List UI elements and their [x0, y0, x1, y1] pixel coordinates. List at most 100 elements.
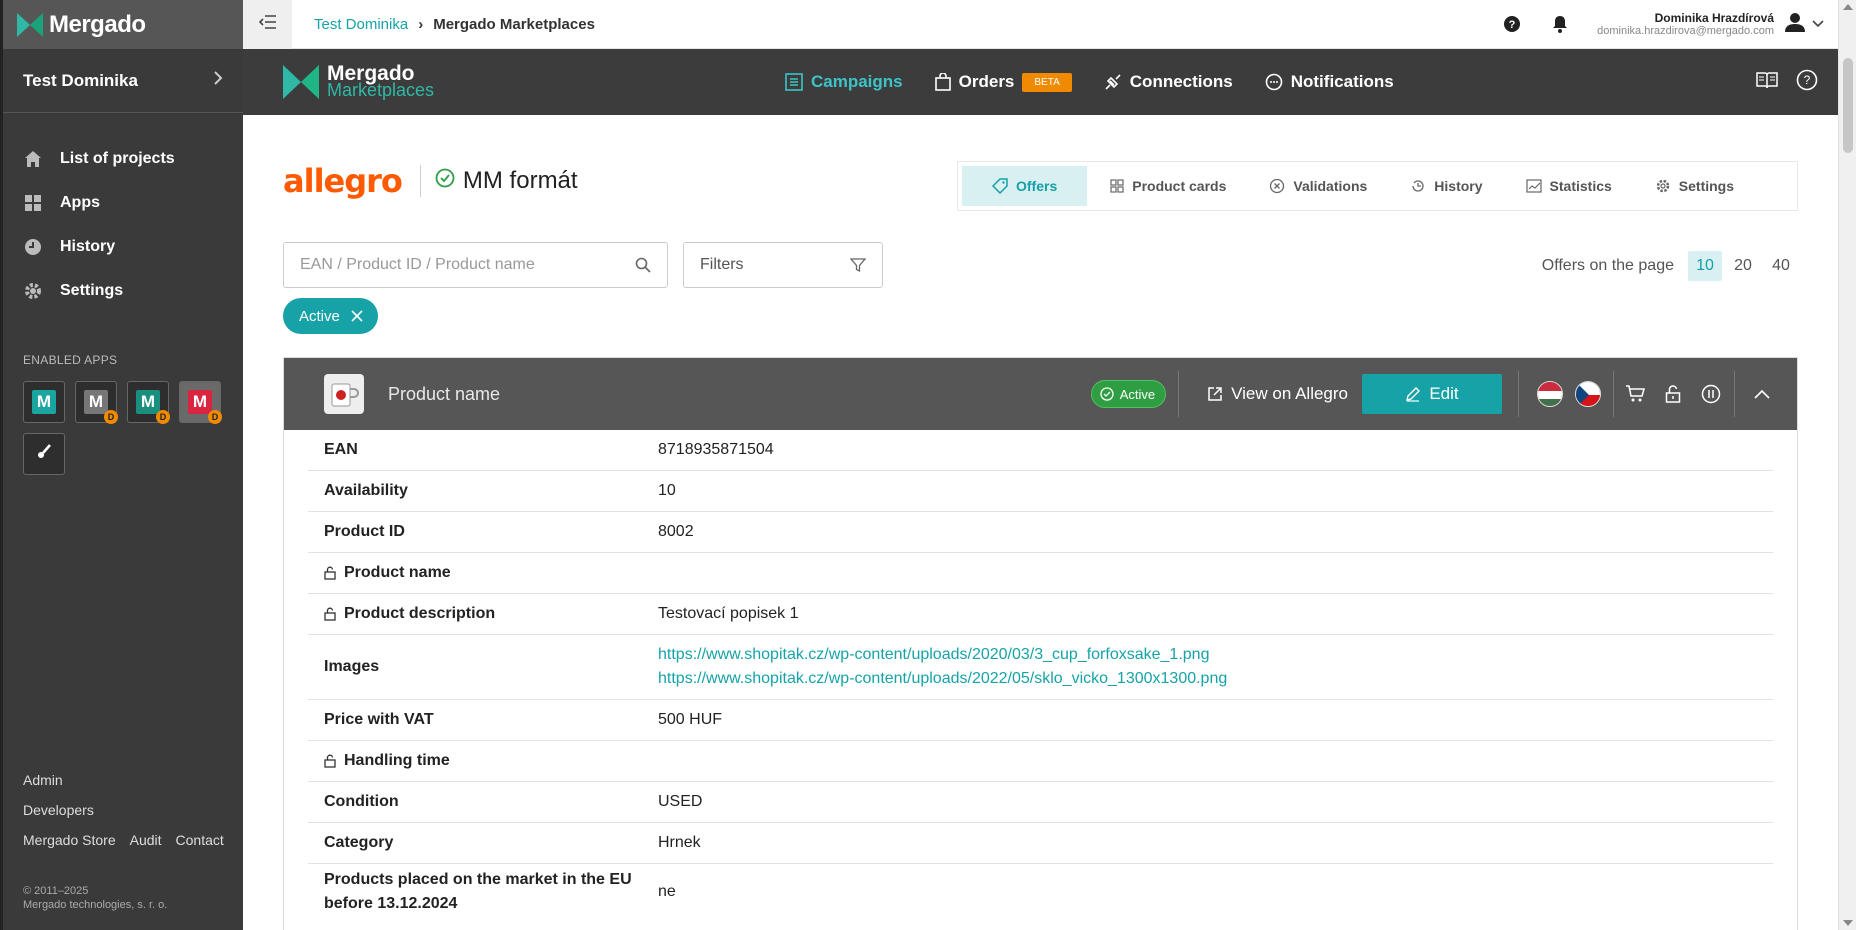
nav-notifications[interactable]: Notifications: [1265, 72, 1394, 92]
image-link[interactable]: https://www.shopitak.cz/wp-content/uploa…: [658, 643, 1227, 667]
tab-product-cards[interactable]: Product cards: [1090, 166, 1246, 206]
hungary-flag-icon[interactable]: [1537, 381, 1563, 407]
active-filter-chip[interactable]: Active: [283, 298, 378, 334]
tab-label: Validations: [1293, 178, 1368, 194]
tab-offers[interactable]: Offers: [962, 166, 1088, 206]
page-title-row: allegro MM formát: [283, 162, 578, 200]
tab-settings[interactable]: Settings: [1635, 166, 1754, 206]
offer-card-header[interactable]: Product name Active View on Allegro Edit: [284, 358, 1797, 430]
per-page-option-40[interactable]: 40: [1764, 251, 1798, 281]
detail-value: 8718935871504: [658, 441, 774, 458]
nav-connections[interactable]: Connections: [1104, 72, 1233, 92]
czech-flag-icon[interactable]: [1575, 381, 1601, 407]
filter-funnel-icon: [850, 257, 866, 273]
app-tile-custom[interactable]: [23, 433, 65, 475]
collapse-sidebar-button[interactable]: [243, 0, 292, 49]
chevron-down-icon[interactable]: [1812, 15, 1824, 33]
help-circle-icon[interactable]: ?: [1796, 69, 1818, 96]
offer-details: EAN 8718935871504 Availability 10 Produc…: [284, 430, 1797, 920]
audit-link[interactable]: Audit: [130, 832, 162, 848]
breadcrumb-current: Mergado Marketplaces: [433, 15, 595, 33]
unlock-icon[interactable]: [324, 566, 336, 580]
nav-campaigns[interactable]: Campaigns: [785, 72, 903, 92]
edit-label: Edit: [1429, 384, 1459, 403]
detail-value: Hrnek: [658, 834, 701, 851]
allegro-logo: allegro: [283, 162, 403, 200]
dev-badge: D: [104, 410, 118, 424]
help-icon[interactable]: ?: [1501, 13, 1523, 35]
dev-badge: D: [156, 410, 170, 424]
project-switcher[interactable]: Test Dominika: [3, 49, 243, 113]
tab-label: Settings: [1678, 178, 1735, 194]
bell-icon[interactable]: [1549, 13, 1571, 35]
mergado-logo[interactable]: Mergado: [3, 0, 243, 49]
detail-value: 10: [658, 482, 676, 499]
image-link[interactable]: https://www.shopitak.cz/wp-content/uploa…: [658, 667, 1227, 691]
apps-grid-icon: [23, 193, 43, 213]
product-name: Product name: [388, 383, 501, 404]
app-tile-dev-2[interactable]: M D: [127, 381, 170, 424]
contact-link[interactable]: Contact: [176, 832, 224, 848]
scroll-down-icon[interactable]: [1843, 920, 1853, 926]
breadcrumb-project-link[interactable]: Test Dominika: [314, 16, 408, 33]
sidebar-item-settings[interactable]: Settings: [3, 269, 243, 313]
unlock-icon[interactable]: [324, 607, 336, 621]
detail-label: Price with VAT: [324, 711, 434, 728]
mergado-store-link[interactable]: Mergado Store: [23, 832, 116, 848]
copyright: © 2011–2025 Mergado technologies, s. r. …: [23, 884, 233, 912]
sidebar-item-history[interactable]: History: [3, 225, 243, 269]
edit-button[interactable]: Edit: [1362, 374, 1502, 414]
detail-label: Handling time: [344, 752, 450, 769]
detail-row-product-description: Product description Testovací popisek 1: [308, 594, 1773, 635]
dev-badge: D: [208, 410, 222, 424]
plug-icon: [1104, 73, 1122, 91]
chevron-up-icon[interactable]: [1743, 389, 1781, 399]
unlock-icon[interactable]: [324, 754, 336, 768]
user-info[interactable]: Dominika Hrazdírová dominika.hrazdirova@…: [1597, 11, 1774, 37]
nav-orders[interactable]: Orders BETA: [934, 72, 1072, 92]
filters-dropdown[interactable]: Filters: [683, 242, 883, 288]
tag-icon: [992, 178, 1008, 194]
detail-label-wrap: Product description: [308, 605, 658, 623]
format-title: MM formát: [435, 167, 578, 195]
admin-link[interactable]: Admin: [23, 772, 233, 788]
format-name: MM formát: [462, 167, 578, 194]
sidebar-item-apps[interactable]: Apps: [3, 181, 243, 225]
detail-row-price-with-vat: Price with VAT 500 HUF: [308, 700, 1773, 741]
view-on-allegro-link[interactable]: View on Allegro: [1207, 384, 1348, 404]
app-tile-mergado-marketplaces[interactable]: M: [23, 381, 65, 423]
detail-label: Product name: [344, 564, 451, 581]
unlock-icon[interactable]: [1654, 385, 1692, 403]
nav-connections-label: Connections: [1129, 72, 1233, 91]
tab-history[interactable]: History: [1390, 166, 1502, 206]
sidebar-item-list-of-projects[interactable]: List of projects: [3, 137, 243, 181]
pause-circle-icon[interactable]: [1692, 384, 1730, 404]
image-links: https://www.shopitak.cz/wp-content/uploa…: [658, 643, 1227, 691]
developers-link[interactable]: Developers: [23, 802, 233, 818]
detail-label: Category: [324, 834, 394, 851]
search-input[interactable]: EAN / Product ID / Product name: [283, 242, 668, 288]
detail-row-availability: Availability 10: [308, 471, 1773, 512]
mergado-marketplaces-logo[interactable]: Mergado Marketplaces: [283, 63, 434, 99]
user-avatar-icon[interactable]: [1784, 12, 1806, 37]
brush-icon: [35, 443, 53, 466]
breadcrumb-separator-icon: ›: [418, 15, 424, 33]
per-page-option-10[interactable]: 10: [1688, 251, 1722, 281]
app-tile-dev-3[interactable]: M D: [179, 381, 222, 424]
history-icon: [1410, 178, 1426, 194]
detail-row-handling-time: Handling time: [308, 741, 1773, 782]
x-circle-icon: [1269, 178, 1285, 194]
scroll-up-icon[interactable]: [1843, 4, 1853, 10]
tab-statistics[interactable]: Statistics: [1506, 166, 1632, 206]
detail-row-product-name: Product name: [308, 553, 1773, 594]
scrollbar-thumb[interactable]: [1843, 58, 1853, 153]
search-icon[interactable]: [635, 257, 651, 273]
page-scrollbar[interactable]: [1838, 0, 1856, 930]
tab-validations[interactable]: Validations: [1249, 166, 1387, 206]
per-page-option-20[interactable]: 20: [1726, 251, 1760, 281]
book-icon[interactable]: [1756, 71, 1778, 94]
app-tile-dev-1[interactable]: M D: [75, 381, 118, 424]
cart-icon[interactable]: [1616, 385, 1654, 403]
enabled-apps-list: M M D M D M D: [3, 367, 246, 475]
close-icon[interactable]: [350, 309, 364, 323]
